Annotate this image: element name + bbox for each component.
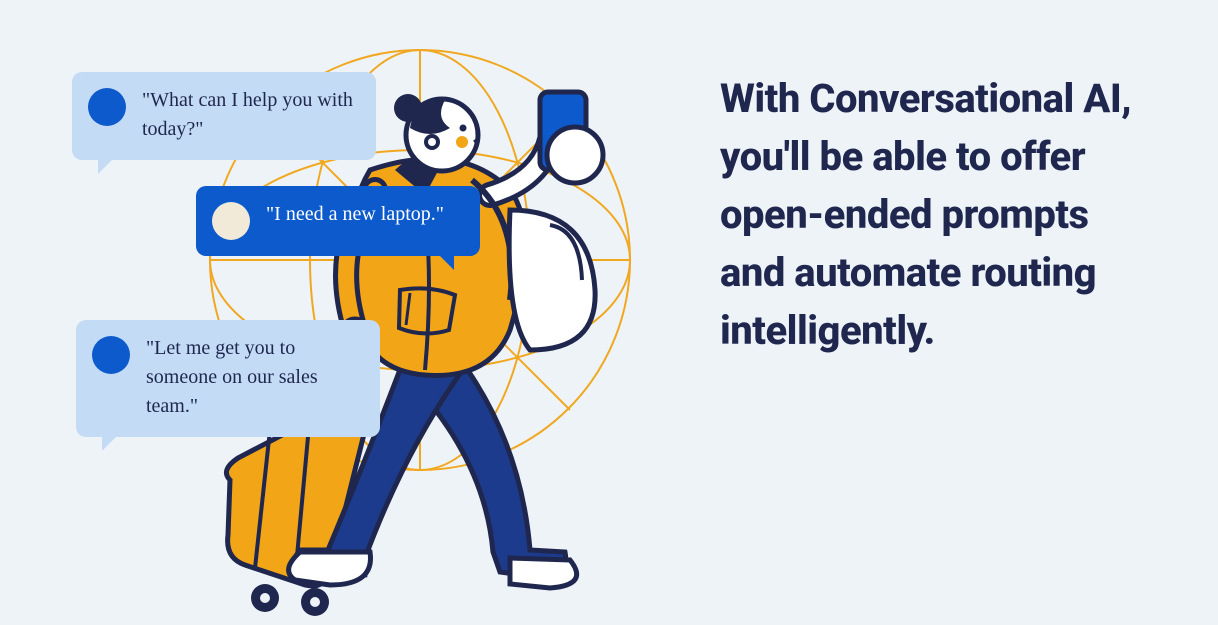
chat-message: "What can I help you with today?"	[142, 86, 358, 144]
promo-graphic: "What can I help you with today?" "I nee…	[0, 0, 1218, 625]
avatar-icon	[88, 88, 126, 126]
chat-bubble-user: "I need a new laptop."	[196, 186, 480, 256]
chat-bubble-agent-1: "What can I help you with today?"	[72, 72, 376, 160]
headline-text: With Conversational AI, you'll be able t…	[720, 70, 1160, 360]
chat-message: "I need a new laptop."	[266, 200, 444, 229]
chat-message: "Let me get you to someone on our sales …	[146, 334, 362, 421]
avatar-icon	[212, 202, 250, 240]
avatar-icon	[92, 336, 130, 374]
chat-bubble-agent-2: "Let me get you to someone on our sales …	[76, 320, 380, 437]
